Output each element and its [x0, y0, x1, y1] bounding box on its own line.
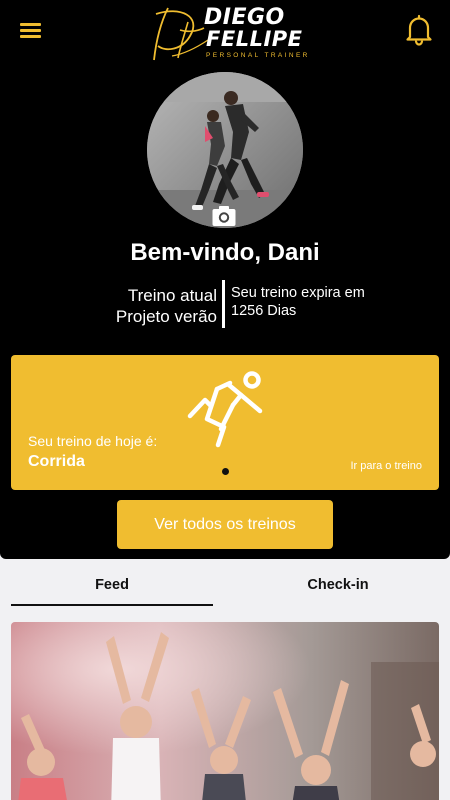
feed-post-image[interactable] [11, 622, 439, 800]
brand-logo: DIEGO FELLIPE PERSONAL TRAINER [150, 2, 307, 64]
logo-tagline: PERSONAL TRAINER [206, 52, 310, 59]
info-divider [222, 280, 225, 328]
current-workout-info: Treino atual Projeto verão [116, 285, 217, 327]
expiry-value: 1256 Dias [231, 302, 297, 319]
view-all-workouts-button[interactable]: Ver todos os treinos [117, 500, 333, 549]
tab-feed[interactable]: Feed [11, 564, 213, 606]
welcome-message: Bem-vindo, Dani [130, 239, 320, 266]
hero-section: DIEGO FELLIPE PERSONAL TRAINER Bem-vindo… [0, 0, 450, 559]
tab-bar: Feed Check-in [0, 564, 450, 608]
dance-class-photo [11, 622, 439, 800]
current-workout-label: Treino atual [127, 286, 217, 305]
today-workout-card[interactable]: Seu treino de hoje é: Corrida Ir para o … [11, 355, 439, 490]
go-to-workout-link[interactable]: Ir para o treino [350, 459, 422, 473]
tab-check-in[interactable]: Check-in [237, 564, 439, 606]
today-workout-label: Seu treino de hoje é: [28, 433, 158, 449]
expiry-info: Seu treino expira em 1256 Dias [231, 285, 365, 320]
expiry-label: Seu treino expira em [231, 285, 365, 301]
today-workout-name: Corrida [28, 453, 85, 470]
bell-icon[interactable] [405, 14, 433, 46]
logo-line-2: FELLIPE [206, 27, 303, 51]
hamburger-menu-icon[interactable] [20, 22, 41, 38]
current-program-name: Projeto verão [115, 307, 217, 326]
camera-icon[interactable] [212, 205, 236, 227]
running-person-icon [187, 371, 263, 448]
carousel-pagination-dot[interactable] [222, 468, 229, 475]
logo-monogram-mark [153, 7, 209, 61]
